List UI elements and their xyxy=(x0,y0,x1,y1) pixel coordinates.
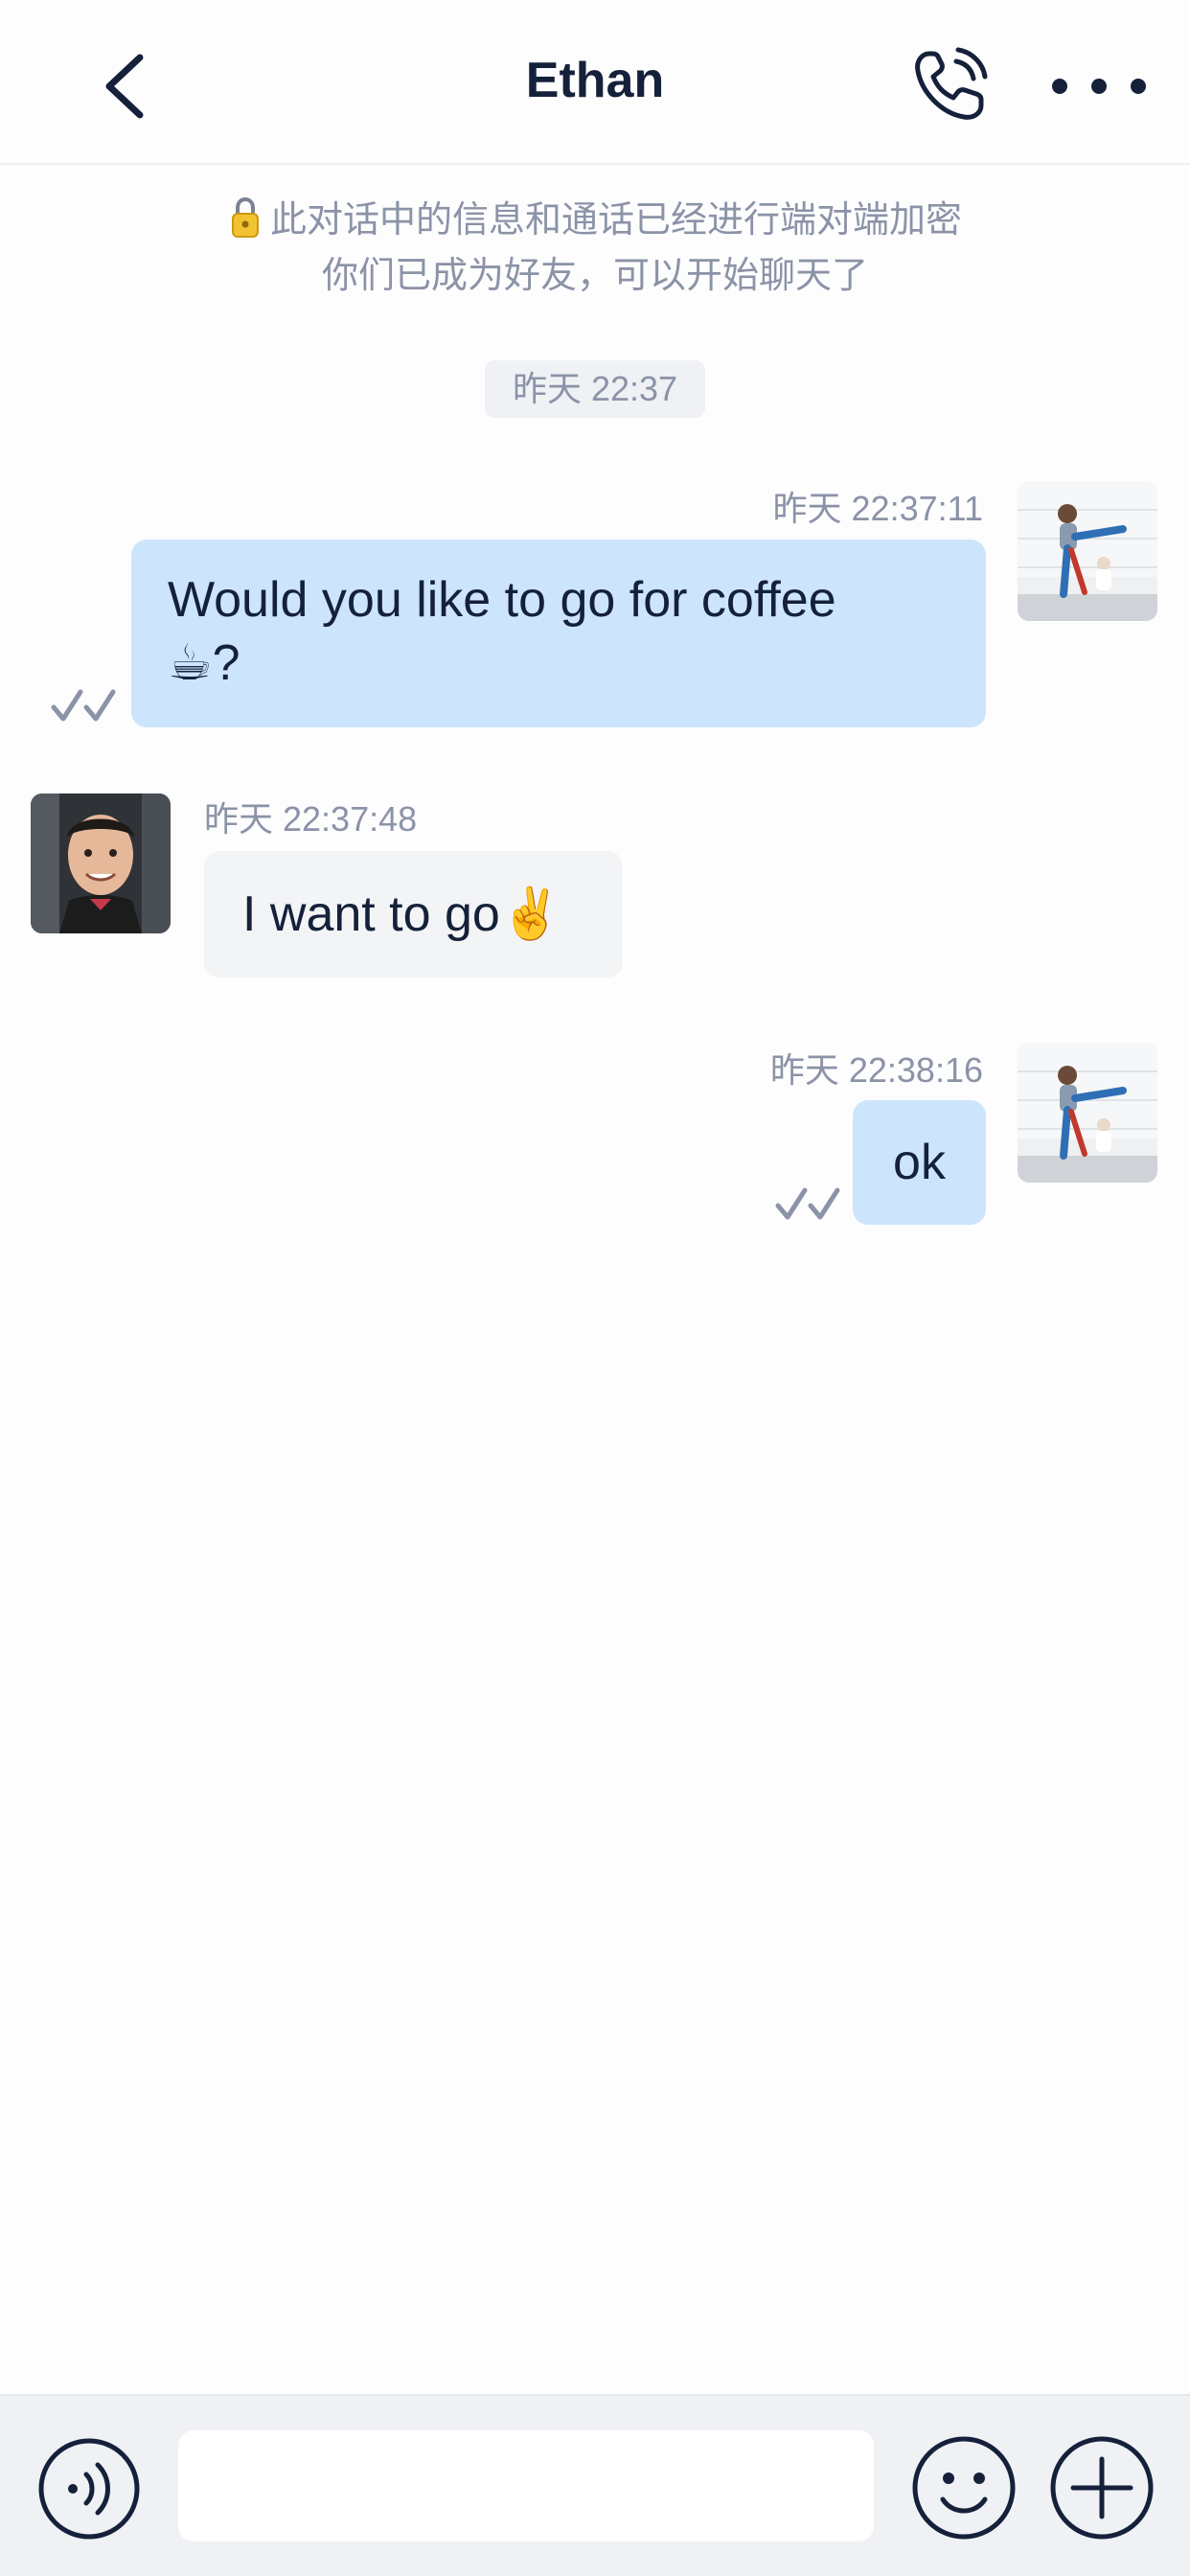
voice-icon xyxy=(38,2438,140,2540)
plus-circle-icon xyxy=(1050,2436,1154,2540)
input-bar xyxy=(0,2394,1190,2576)
message-bubble-outgoing[interactable]: Would you like to go for coffee ☕? xyxy=(131,540,986,727)
message-bubble-incoming[interactable]: I want to go✌️ xyxy=(204,851,623,978)
message-time: 昨天 22:37:11 xyxy=(772,489,983,528)
message-text: Would you like to go for coffee xyxy=(168,572,836,628)
encryption-notice-text: 此对话中的信息和通话已经进行端对端加密 xyxy=(269,200,962,241)
time-chip: 昨天 22:37 xyxy=(485,360,705,418)
chat-title: Ethan xyxy=(525,53,665,108)
my-avatar[interactable] xyxy=(1018,1043,1157,1183)
more-button[interactable] xyxy=(1046,65,1152,107)
message-bubble-outgoing[interactable]: ok xyxy=(853,1100,986,1225)
message-text: ☕? xyxy=(168,635,240,691)
plus-button[interactable] xyxy=(1048,2434,1156,2542)
read-receipt-icon xyxy=(775,1187,840,1220)
encryption-notice: 此对话中的信息和通话已经进行端对端加密 xyxy=(0,192,1190,249)
message-time: 昨天 22:37:48 xyxy=(204,799,418,839)
message-input[interactable] xyxy=(178,2430,874,2542)
voice-button[interactable] xyxy=(36,2436,142,2542)
contact-avatar[interactable] xyxy=(31,794,171,933)
emoji-button[interactable] xyxy=(910,2434,1018,2542)
more-horizontal-icon xyxy=(1052,79,1146,94)
message-time: 昨天 22:38:16 xyxy=(769,1050,983,1090)
phone-icon xyxy=(915,47,988,120)
chat-header: Ethan xyxy=(0,0,1190,165)
read-receipt-icon xyxy=(51,689,116,722)
lock-icon xyxy=(231,196,259,238)
my-avatar[interactable] xyxy=(1018,481,1157,621)
message-text: I want to go✌️ xyxy=(242,886,562,942)
emoji-icon xyxy=(912,2436,1016,2540)
call-button[interactable] xyxy=(908,46,989,126)
message-text: ok xyxy=(893,1135,946,1190)
friends-notice: 你们已成为好友，可以开始聊天了 xyxy=(321,256,868,296)
chat-screen: Ethan 此对话中的信息和通话已经进行端对端加密 你们已成为好友，可以开始聊天… xyxy=(0,0,1190,2576)
